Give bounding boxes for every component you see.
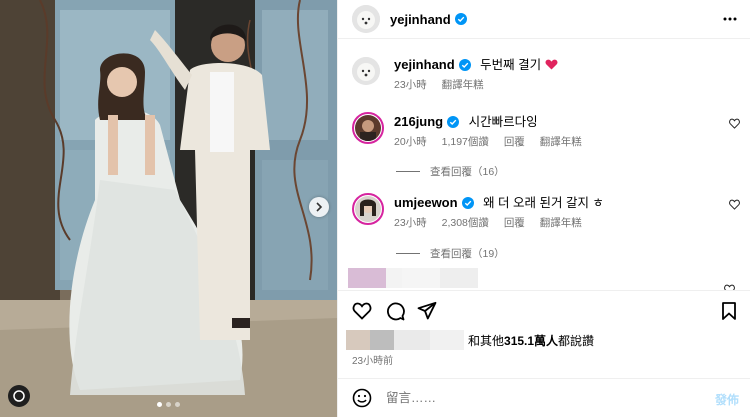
comment-meta: 23小時 2,308個讚 回覆 翻譯年糕	[394, 215, 724, 230]
comment-line: umjeewon 왜 더 오래 된거 갈지 ㅎ	[394, 195, 724, 211]
caption-line: yejinhand 두번째 결기	[394, 57, 724, 73]
like-comment-heart-icon[interactable]	[729, 199, 740, 210]
comment-row: umjeewon 왜 더 오래 된거 갈지 ㅎ 23小時 2,308個讚 回覆 …	[352, 193, 742, 233]
comment-row: 216jung 시간빠르다잉 20小時 1,197個讚 回覆 翻譯年糕	[352, 112, 742, 152]
comment-translate-link[interactable]: 翻譯年糕	[540, 136, 582, 148]
caption-meta: 23小時 翻譯年糕	[394, 77, 724, 92]
caption-author-avatar[interactable]	[352, 57, 380, 85]
liked-by[interactable]: 和其他315.1萬人都說讚	[346, 329, 594, 351]
replies-divider	[396, 171, 420, 172]
comments-list[interactable]: yejinhand 두번째 결기 23小時 翻譯年糕 216jung 시간빠르다…	[338, 40, 750, 290]
replies-divider	[396, 253, 420, 254]
comment-line: 216jung 시간빠르다잉	[394, 114, 724, 130]
blurred-comment	[348, 268, 478, 288]
likes-count[interactable]: 315.1萬人	[504, 334, 558, 348]
verified-badge-icon	[461, 197, 474, 209]
carousel-dot-active	[157, 402, 162, 407]
comment-author[interactable]: umjeewon	[394, 195, 458, 210]
emoji-smiley-icon[interactable]	[352, 388, 372, 408]
wedding-photo-illustration	[0, 0, 337, 417]
puppy-avatar-icon	[352, 5, 380, 33]
caption-body: yejinhand 두번째 결기 23小時 翻譯年糕	[394, 57, 724, 92]
comment-text: 시간빠르다잉	[468, 115, 538, 129]
liked-by-prefix: 和其他	[468, 333, 505, 348]
view-replies-label: 查看回覆（19）	[430, 248, 505, 260]
comment-text: 왜 더 오래 된거 갈지 ㅎ	[483, 196, 604, 210]
post-header: yejinhand	[338, 0, 750, 39]
post-actions	[338, 290, 750, 330]
puppy-avatar-icon	[352, 57, 380, 85]
like-heart-icon[interactable]	[352, 301, 372, 321]
verified-badge-icon	[447, 116, 460, 128]
profile-photo-icon	[355, 196, 381, 222]
caption-time: 23小時	[394, 79, 427, 91]
like-comment-heart-icon[interactable]	[729, 118, 740, 129]
comment-reply-button[interactable]: 回覆	[504, 217, 525, 229]
comment-time: 23小時	[394, 217, 427, 229]
red-heart-emoji-icon	[545, 59, 558, 70]
next-photo-button[interactable]	[309, 197, 329, 217]
comment-author-avatar[interactable]	[352, 112, 384, 144]
more-horizontal-icon[interactable]	[723, 12, 737, 26]
liked-by-avatar-blur	[346, 330, 370, 350]
carousel-dot	[166, 402, 171, 407]
caption-translate-link[interactable]: 翻譯年糕	[442, 79, 484, 91]
post-time: 23小時前	[352, 356, 394, 367]
share-paper-plane-icon[interactable]	[417, 301, 437, 321]
comment-author[interactable]: 216jung	[394, 114, 443, 129]
comment-bubble-icon[interactable]	[385, 301, 405, 321]
comment-input[interactable]	[386, 391, 686, 405]
liked-by-text: 和其他315.1萬人都說讚	[468, 332, 594, 349]
liked-by-suffix: 都說讚	[558, 333, 595, 348]
carousel-dot	[175, 402, 180, 407]
caption-text: 두번째 결기	[480, 58, 542, 72]
comment-composer: 發佈	[338, 378, 750, 417]
caption-author[interactable]: yejinhand	[394, 57, 455, 72]
comment-reply-button[interactable]: 回覆	[504, 136, 525, 148]
save-bookmark-icon[interactable]	[719, 301, 739, 321]
verified-badge-icon	[454, 13, 467, 25]
comment-body: 216jung 시간빠르다잉 20小時 1,197個讚 回覆 翻譯年糕	[394, 114, 724, 149]
view-replies-button[interactable]: 查看回覆（19）	[396, 246, 505, 261]
instagram-post-view: yejinhand yejinhand 두번째 결기 23小時 翻譯年糕 216…	[0, 0, 750, 417]
verified-badge-icon	[458, 59, 471, 71]
author-username[interactable]: yejinhand	[390, 12, 451, 27]
comment-likes[interactable]: 1,197個讚	[442, 136, 489, 148]
comment-meta: 20小時 1,197個讚 回覆 翻譯年糕	[394, 134, 724, 149]
comment-translate-link[interactable]: 翻譯年糕	[540, 217, 582, 229]
author-avatar[interactable]	[352, 5, 380, 33]
comment-time: 20小時	[394, 136, 427, 148]
carousel-dots	[0, 402, 337, 407]
view-replies-label: 查看回覆（16）	[430, 166, 505, 178]
post-side-panel: yejinhand yejinhand 두번째 결기 23小時 翻譯年糕 216…	[337, 0, 750, 417]
view-replies-button[interactable]: 查看回覆（16）	[396, 164, 505, 179]
post-photo[interactable]	[0, 0, 337, 417]
caption-row: yejinhand 두번째 결기 23小時 翻譯年糕	[352, 57, 742, 97]
comment-author-avatar[interactable]	[352, 193, 384, 225]
post-comment-button[interactable]: 發佈	[715, 391, 739, 408]
profile-photo-icon	[355, 115, 381, 141]
chevron-right-icon	[316, 202, 323, 212]
comment-likes[interactable]: 2,308個讚	[442, 217, 489, 229]
comment-body: umjeewon 왜 더 오래 된거 갈지 ㅎ 23小時 2,308個讚 回覆 …	[394, 195, 724, 230]
